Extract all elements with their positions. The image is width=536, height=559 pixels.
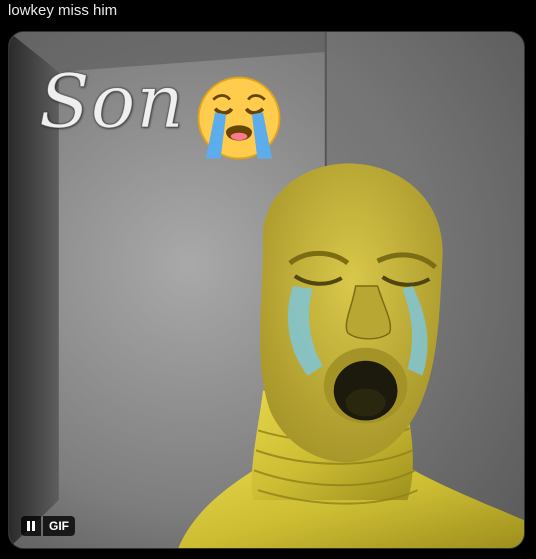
- gif-media[interactable]: Son GIF: [8, 31, 525, 549]
- gif-badge: GIF: [43, 516, 75, 536]
- pause-icon: [27, 521, 30, 531]
- tweet: lowkey miss him Son GIF: [0, 0, 536, 559]
- gif-caption-son: Son: [39, 59, 185, 145]
- gif-controls: GIF: [21, 516, 75, 536]
- loudly-crying-face-icon: [197, 76, 281, 160]
- tweet-text: lowkey miss him: [8, 2, 118, 19]
- pause-button[interactable]: [21, 516, 41, 536]
